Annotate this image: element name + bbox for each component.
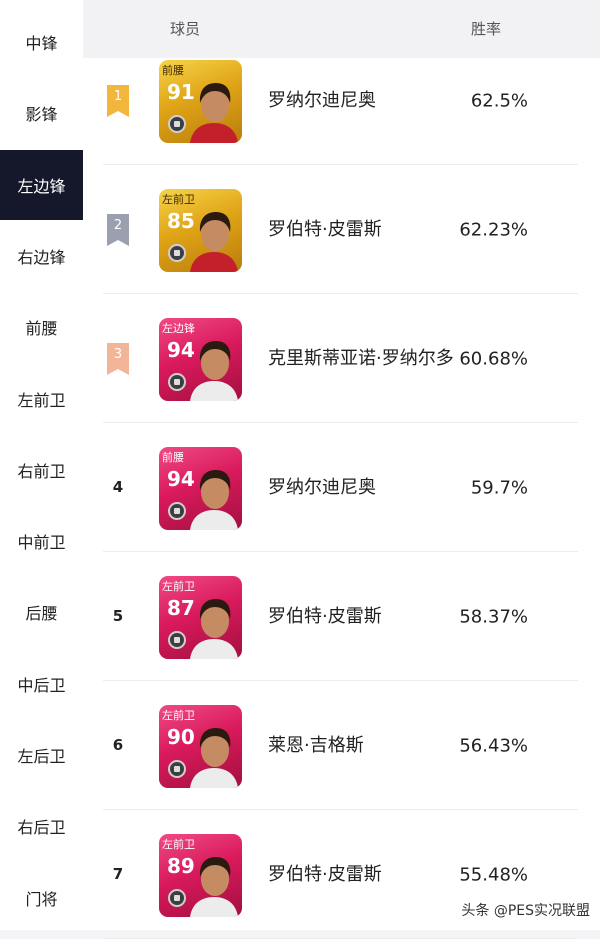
rank-number: 4 xyxy=(112,477,124,496)
card-position: 前腰 xyxy=(162,450,184,464)
player-name: 罗纳尔迪尼奥 xyxy=(268,89,376,111)
win-rate: 56.43% xyxy=(459,735,528,756)
player-name: 罗伯特·皮雷斯 xyxy=(268,863,382,885)
player-portrait xyxy=(190,727,238,788)
sidebar-item[interactable]: 中前卫 xyxy=(0,506,83,576)
rank-number: 1 xyxy=(113,88,123,104)
sidebar-item[interactable]: 右后卫 xyxy=(0,791,83,861)
rank-number: 5 xyxy=(112,606,124,625)
sidebar-item[interactable]: 右前卫 xyxy=(0,435,83,505)
sidebar-item[interactable]: 中后卫 xyxy=(0,649,83,719)
player-name: 罗纳尔迪尼奥 xyxy=(268,476,376,498)
player-card[interactable]: 左前卫 89 xyxy=(159,833,242,917)
ranking-panel: 球员 胜率 1 前腰 91 罗纳尔迪尼奥 62.5% 2 左前卫 85 罗伯特·皮雷斯 62.23… xyxy=(83,0,600,939)
rank-ribbon-icon: 1 xyxy=(107,84,129,117)
sidebar-item[interactable]: 门将 xyxy=(0,863,83,933)
sidebar-item[interactable]: 右边锋 xyxy=(0,221,83,291)
sidebar-item[interactable]: 影锋 xyxy=(0,78,83,148)
card-position: 前腰 xyxy=(162,63,184,77)
win-rate: 62.5% xyxy=(470,90,528,111)
table-row[interactable]: 4 前腰 94 罗纳尔迪尼奥 59.7% xyxy=(83,423,600,552)
table-row[interactable]: 6 左前卫 90 莱恩·吉格斯 56.43% xyxy=(83,681,600,810)
player-portrait xyxy=(190,469,238,530)
win-rate: 60.68% xyxy=(459,348,528,369)
sidebar-item[interactable]: 前腰 xyxy=(0,292,83,362)
boot-icon xyxy=(168,372,186,391)
boot-icon xyxy=(168,243,186,262)
sidebar-item[interactable]: 左前卫 xyxy=(0,364,83,434)
boot-icon xyxy=(168,888,186,907)
sidebar-item[interactable]: 中锋 xyxy=(0,7,83,77)
player-name: 莱恩·吉格斯 xyxy=(268,734,364,756)
rank-ribbon-icon: 2 xyxy=(107,213,129,246)
table-row[interactable]: 2 左前卫 85 罗伯特·皮雷斯 62.23% xyxy=(83,165,600,294)
watermark: 头条 @PES实况联盟 xyxy=(461,903,590,919)
player-portrait xyxy=(190,82,238,143)
win-rate: 55.48% xyxy=(459,864,528,885)
position-sidebar: 中锋 影锋 左边锋 右边锋 前腰 左前卫 右前卫 中前卫 后腰 中后卫 左后卫 右后卫 门将 xyxy=(0,0,83,930)
player-card[interactable]: 左前卫 85 xyxy=(159,188,242,272)
table-row[interactable]: 5 左前卫 87 罗伯特·皮雷斯 58.37% xyxy=(83,552,600,681)
player-portrait xyxy=(190,856,238,917)
table-row[interactable]: 3 左边锋 94 克里斯蒂亚诺·罗纳尔多 60.68% xyxy=(83,294,600,423)
sidebar-item[interactable]: 左后卫 xyxy=(0,720,83,790)
player-card[interactable]: 前腰 94 xyxy=(159,446,242,530)
sidebar-item[interactable]: 后腰 xyxy=(0,577,83,647)
rank-ribbon-icon: 3 xyxy=(107,342,129,375)
player-card[interactable]: 左前卫 87 xyxy=(159,575,242,659)
player-portrait xyxy=(190,598,238,659)
player-name: 克里斯蒂亚诺·罗纳尔多 xyxy=(268,347,454,369)
boot-icon xyxy=(168,114,186,133)
rank-number: 2 xyxy=(113,217,123,233)
rank-number: 3 xyxy=(113,346,123,362)
player-portrait xyxy=(190,340,238,401)
player-card[interactable]: 前腰 91 xyxy=(159,59,242,143)
player-portrait xyxy=(190,211,238,272)
player-name: 罗伯特·皮雷斯 xyxy=(268,605,382,627)
rank-number: 7 xyxy=(112,864,124,883)
boot-icon xyxy=(168,630,186,649)
player-card[interactable]: 左前卫 90 xyxy=(159,704,242,788)
boot-icon xyxy=(168,501,186,520)
table-row[interactable]: 1 前腰 91 罗纳尔迪尼奥 62.5% xyxy=(83,36,600,165)
player-name: 罗伯特·皮雷斯 xyxy=(268,218,382,240)
sidebar-item[interactable]: 左边锋 xyxy=(0,149,83,220)
win-rate: 59.7% xyxy=(470,477,528,498)
win-rate: 62.23% xyxy=(459,219,528,240)
boot-icon xyxy=(168,759,186,778)
win-rate: 58.37% xyxy=(459,606,528,627)
player-card[interactable]: 左边锋 94 xyxy=(159,317,242,401)
rank-number: 6 xyxy=(112,735,124,754)
